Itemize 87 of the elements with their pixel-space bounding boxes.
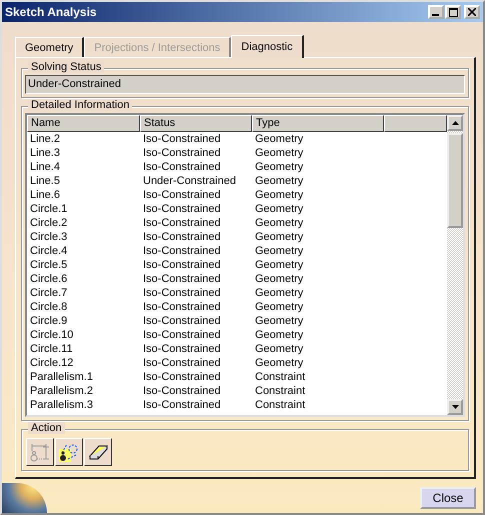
table-cell-text: Iso-Constrained: [142, 160, 222, 174]
table-cell-text: Circle.2: [29, 216, 68, 230]
dimension-icon: [29, 441, 51, 463]
close-button[interactable]: Close: [420, 487, 476, 509]
table-cell-text: Iso-Constrained: [142, 258, 222, 272]
table-cell-text: Geometry: [254, 342, 304, 356]
table-cell-text: Parallelism.2: [29, 384, 94, 398]
table-cell-text: Iso-Constrained: [142, 370, 222, 384]
table-cell-text: Circle.5: [29, 258, 68, 272]
table-cell-text: Geometry: [254, 328, 304, 342]
table-cell-text: Iso-Constrained: [142, 216, 222, 230]
table-cell-text: Iso-Constrained: [142, 272, 222, 286]
table-cell-text: Iso-Constrained: [142, 244, 222, 258]
table-cell-text: Iso-Constrained: [142, 342, 222, 356]
table-cell-text: Iso-Constrained: [142, 286, 222, 300]
table-cell-text: Circle.7: [29, 286, 68, 300]
close-button[interactable]: [464, 5, 480, 19]
table-cell-text: Circle.9: [29, 314, 68, 328]
table-cell-text: Geometry: [254, 258, 304, 272]
group-label: Solving Status: [28, 61, 104, 73]
table-cell-text: Circle.4: [29, 244, 68, 258]
table-cell-text: Iso-Constrained: [142, 146, 222, 160]
table-cell-text: Geometry: [254, 216, 304, 230]
tab[interactable]: Diagnostic: [231, 35, 304, 58]
table-cell-text: Geometry: [254, 188, 304, 202]
maximize-button[interactable]: [445, 5, 461, 19]
scroll-up-button[interactable]: [447, 115, 463, 131]
table-cell-text: Iso-Constrained: [142, 132, 222, 146]
table-cell-text: Circle.10: [29, 328, 74, 342]
planet-drawing: [2, 483, 47, 513]
action-button[interactable]: [26, 438, 54, 466]
group-label: Action: [28, 422, 65, 434]
status-field: Under-Constrained: [25, 75, 465, 94]
table-cell-text: Geometry: [254, 314, 304, 328]
column-header[interactable]: Status: [140, 115, 252, 132]
table-cell-text: Line.3: [29, 146, 61, 160]
tab[interactable]: Geometry: [15, 37, 84, 57]
table-cell-text: Geometry: [254, 132, 304, 146]
action-button[interactable]: [84, 438, 112, 466]
table-cell-text: Line.5: [29, 174, 61, 188]
table-cell-text: Geometry: [254, 174, 304, 188]
table-cell-text: Constraint: [254, 398, 306, 412]
table-cell-text: Parallelism.3: [29, 398, 94, 412]
column-header[interactable]: Type: [252, 115, 384, 132]
down-arrow-icon: [452, 405, 458, 409]
table-cell-text: Constraint: [254, 370, 306, 384]
table-cell-text: Iso-Constrained: [142, 384, 222, 398]
table-cell-text: Geometry: [254, 286, 304, 300]
table-cell-text: Line.4: [29, 160, 61, 174]
table-cell-text: Circle.12: [29, 356, 74, 370]
maximize-icon: [448, 8, 458, 16]
action-button[interactable]: [55, 438, 83, 466]
table-cell-text: Geometry: [254, 244, 304, 258]
table-cell-text: Geometry: [254, 300, 304, 314]
table-cell-text: Iso-Constrained: [142, 230, 222, 244]
table-cell-text: Geometry: [254, 230, 304, 244]
table-cell-text: Circle.8: [29, 300, 68, 314]
table-cell-text: Iso-Constrained: [142, 300, 222, 314]
table-cell-text: Circle.1: [29, 202, 68, 216]
table-cell-text: Constraint: [254, 384, 306, 398]
window-title: Sketch Analysis: [5, 5, 97, 19]
table-cell-text: Circle.6: [29, 272, 68, 286]
table-cell-text: Iso-Constrained: [142, 202, 222, 216]
minimize-button[interactable]: [428, 5, 444, 19]
table-cell-text: Circle.3: [29, 230, 68, 244]
table-cell-text: Line.6: [29, 188, 61, 202]
column-header[interactable]: Name: [27, 115, 140, 132]
table-cell-text: Iso-Constrained: [142, 398, 222, 412]
group-label: Detailed Information: [28, 99, 132, 111]
table-cell-text: Iso-Constrained: [142, 188, 222, 202]
scrollbar[interactable]: [447, 115, 463, 415]
scroll-thumb[interactable]: [447, 133, 463, 228]
table-cell-text: Geometry: [254, 160, 304, 174]
table-cell-text: Geometry: [254, 356, 304, 370]
table-cell-text: Under-Constrained: [142, 174, 237, 188]
table-cell-text: Iso-Constrained: [142, 356, 222, 370]
close-icon: [468, 8, 476, 16]
table-cell-text: Geometry: [254, 272, 304, 286]
scroll-down-button[interactable]: [447, 399, 463, 415]
table-cell-text: Line.2: [29, 132, 61, 146]
table-cell-text: Iso-Constrained: [142, 328, 222, 342]
table-cell-text: Geometry: [254, 202, 304, 216]
up-arrow-icon: [452, 121, 458, 125]
table-cell-text: Circle.11: [29, 342, 74, 356]
table-cell-text: Iso-Constrained: [142, 314, 222, 328]
table-cell-text: Geometry: [254, 146, 304, 160]
table-cell-text: Parallelism.1: [29, 370, 94, 384]
